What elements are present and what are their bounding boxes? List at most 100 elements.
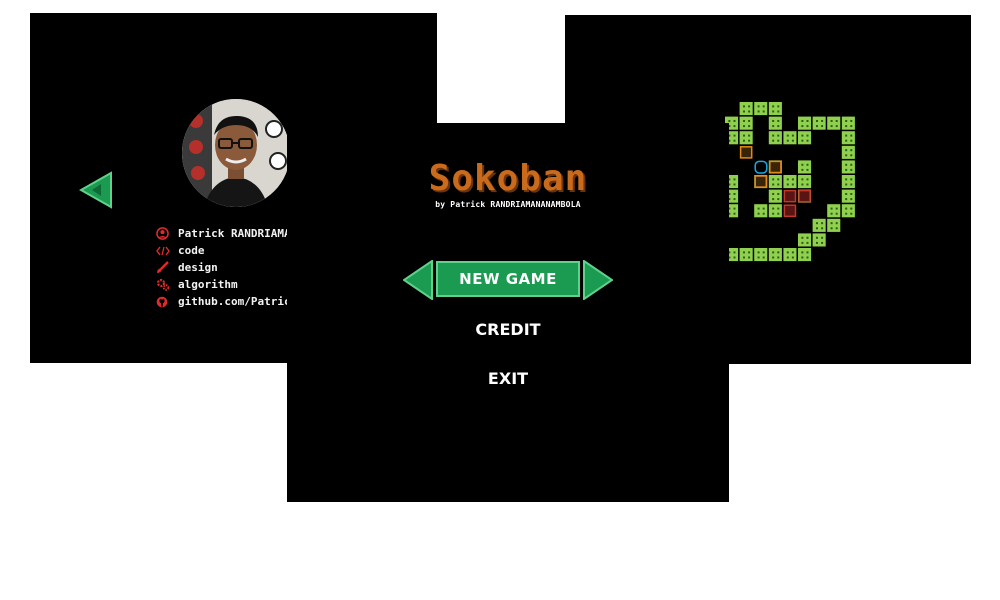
wall-dot (733, 125, 736, 128)
wall-dot (850, 212, 853, 215)
wall-dot (786, 139, 789, 142)
wall-tile (812, 218, 826, 232)
wall-dot (772, 192, 775, 195)
credit-menu-item[interactable]: CREDIT (287, 320, 729, 339)
wall-dot (728, 119, 731, 122)
wall-dot (733, 212, 736, 215)
wall-tile (827, 204, 841, 218)
wall-dot (806, 134, 809, 137)
wall-tile (754, 248, 768, 262)
wall-dot (801, 119, 804, 122)
wall-dot (762, 251, 765, 254)
wall-dot (801, 241, 804, 244)
wall-dot (850, 207, 853, 210)
wall-dot (786, 251, 789, 254)
exit-menu-item[interactable]: EXIT (287, 369, 729, 388)
wall-dot (757, 110, 760, 113)
wall-dot (850, 168, 853, 171)
wall-dot (777, 207, 780, 210)
wall-dot (806, 183, 809, 186)
wall-tile (812, 116, 826, 130)
wall-tile (841, 175, 855, 189)
wall-dot (801, 183, 804, 186)
wall-dot (786, 183, 789, 186)
wall-tile (768, 204, 782, 218)
wall-dot (801, 256, 804, 259)
target-tile (798, 189, 811, 203)
player-character (754, 160, 768, 174)
wall-dot (777, 178, 780, 181)
wall-dot (821, 222, 824, 225)
wall-dot (850, 149, 853, 152)
wall-tile (841, 189, 855, 203)
wall-dot (748, 134, 751, 137)
wall-dot (786, 256, 789, 259)
wall-dot (791, 183, 794, 186)
wall-dot (845, 198, 848, 201)
brush-icon (156, 259, 178, 276)
wall-dot (801, 134, 804, 137)
menu-left-arrow-icon[interactable] (403, 260, 433, 300)
wall-dot (806, 163, 809, 166)
user-circle-icon (156, 225, 178, 242)
credit-code-label: code (178, 244, 205, 257)
new-game-button[interactable]: NEW GAME (436, 261, 580, 297)
wall-dot (835, 207, 838, 210)
avatar (182, 99, 290, 207)
wall-dot (791, 178, 794, 181)
wall-dot (845, 163, 848, 166)
credit-author-label: Patrick RANDRIAMANA (178, 227, 304, 240)
back-arrow-icon[interactable] (79, 171, 113, 209)
wall-dot (757, 256, 760, 259)
wall-dot (791, 139, 794, 142)
wall-tile (739, 116, 753, 130)
wall-tile (798, 248, 812, 262)
wall-dot (733, 183, 736, 186)
wall-dot (748, 256, 751, 259)
wall-dot (845, 119, 848, 122)
wall-tile (739, 131, 753, 145)
wall-tile (798, 116, 812, 130)
wall-dot (777, 105, 780, 108)
credit-github-link[interactable]: github.com/Patrickl (178, 295, 304, 308)
wall-dot (791, 256, 794, 259)
wall-dot (801, 163, 804, 166)
wall-dot (733, 192, 736, 195)
wall-tile (798, 131, 812, 145)
wall-dot (835, 227, 838, 230)
wall-dot (772, 134, 775, 137)
credit-algorithm-label: algorithm (178, 278, 238, 291)
wall-dot (850, 192, 853, 195)
wall-dot (742, 105, 745, 108)
wall-dot (772, 183, 775, 186)
wall-dot (830, 119, 833, 122)
wall-tile (812, 233, 826, 247)
wall-dot (742, 256, 745, 259)
wall-tile (827, 218, 841, 232)
wall-dot (815, 119, 818, 122)
wall-dot (762, 110, 765, 113)
wall-dot (742, 125, 745, 128)
wall-dot (733, 256, 736, 259)
wall-dot (815, 227, 818, 230)
wall-dot (845, 207, 848, 210)
wall-dot (777, 134, 780, 137)
wall-dot (772, 119, 775, 122)
wall-tile (739, 248, 753, 262)
wall-dot (748, 110, 751, 113)
wall-dot (748, 139, 751, 142)
wall-dot (845, 125, 848, 128)
wall-dot (821, 119, 824, 122)
wall-dot (748, 119, 751, 122)
wall-dot (777, 256, 780, 259)
wall-tile (768, 116, 782, 130)
wall-dot (835, 125, 838, 128)
game-subtitle: by Patrick RANDRIAMANANAMBOLA (435, 200, 581, 209)
wall-dot (762, 256, 765, 259)
wall-dot (845, 149, 848, 152)
wall-dot (742, 134, 745, 137)
game-title: Sokoban (428, 158, 588, 199)
wall-dot (742, 110, 745, 113)
wall-tile (739, 102, 753, 116)
menu-right-arrow-icon[interactable] (583, 260, 613, 300)
